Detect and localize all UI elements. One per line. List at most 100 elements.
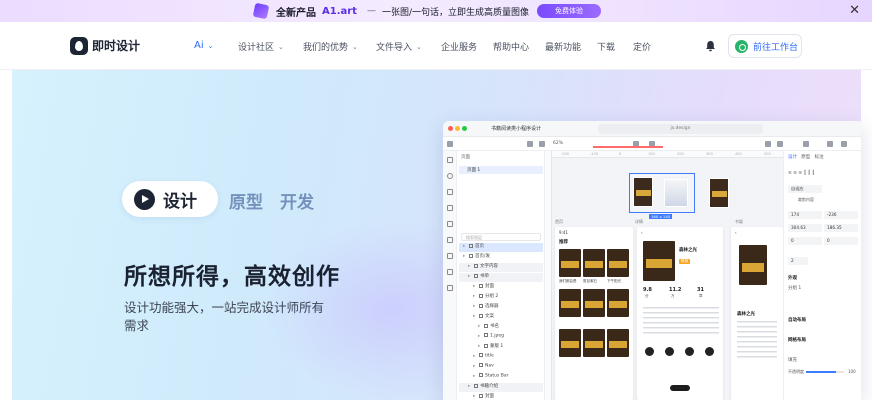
layer-item[interactable]: ▸ 1.jpeg (459, 333, 543, 342)
layer-label: 首页/发 (475, 254, 491, 259)
nav-item-advantages[interactable]: 我们的优势 ⌄ (303, 40, 358, 54)
screen-shelf[interactable]: ‹ 森林之光 (731, 227, 783, 400)
go-to-workspace-button[interactable]: 前往工作台 (728, 34, 802, 58)
screen-home[interactable]: 9:41 推荐 我们都会是 夏目漱石 下午阳光 (555, 227, 633, 400)
height-field[interactable]: 186.35 (824, 224, 858, 232)
radius-field[interactable]: 0 (824, 237, 858, 245)
hero-subtitle: 设计功能强大，一站完成设计师所有需求 (124, 300, 325, 333)
nav-item-label: Ai (194, 40, 204, 51)
layer-label: Nav (485, 363, 494, 369)
top-nav: 即时设计 Ai ⌄ 设计社区 ⌄ 我们的优势 ⌄ 文件导入 ⌄ 企业服务 帮助中心 最新… (0, 22, 872, 70)
nav-item-ai[interactable]: Ai ⌄ (194, 40, 214, 51)
layer-item[interactable]: ▸ Nav (459, 363, 543, 372)
layer-item[interactable]: ▸ 首页/发 (459, 253, 543, 262)
text-icon (447, 237, 453, 243)
book-caption: 我们都会是 (559, 279, 577, 283)
tab-prototype[interactable]: 原型 (801, 155, 810, 160)
window-titlebar: 书籍阅读类小程序设计 js.design (443, 121, 861, 137)
frame-icon (539, 141, 545, 147)
layer-label: Status Bar (485, 373, 509, 379)
promo-banner: 全新产品 A1.art — 一张图/一句话，立即生成高质量图像 免费体验 ✕ (0, 0, 872, 22)
logo-text[interactable]: 即时设计 (92, 37, 140, 54)
fill-section: 填充 (788, 358, 797, 363)
mode-tab-develop[interactable]: 开发 (280, 188, 314, 213)
author-avatar (685, 347, 694, 356)
mode-tab-design[interactable]: 设计 (122, 181, 218, 217)
nav-item-download[interactable]: 下载 (597, 40, 615, 53)
stat-unit: 万 (671, 294, 675, 298)
opacity-slider[interactable] (806, 371, 844, 373)
stat-chapters: 31 (697, 287, 704, 293)
layer-search-input[interactable]: 搜索图层 (461, 233, 541, 241)
rotation-field[interactable]: 0 (788, 237, 822, 245)
clip-content-checkbox[interactable]: 裁剪内容 (798, 197, 814, 203)
x-field[interactable]: 174 (788, 211, 822, 219)
layer-type-icon (479, 363, 483, 367)
active-tool-indicator (593, 146, 663, 148)
layer-label: title (485, 353, 494, 359)
nav-item-file-import[interactable]: 文件导入 ⌄ (376, 40, 422, 54)
layer-item[interactable]: ▸ 书单 (459, 273, 543, 282)
layer-item[interactable]: ▸ 文案 (459, 313, 543, 322)
layer-type-icon (479, 373, 483, 377)
book-cover (583, 289, 605, 317)
stat-unit: 章 (699, 294, 703, 298)
layer-type-icon (469, 253, 473, 258)
nav-item-whats-new[interactable]: 最新功能 (545, 40, 581, 53)
layer-item[interactable]: ▸ 书籍介绍 (459, 383, 543, 392)
promo-separator: — (366, 6, 376, 16)
read-button[interactable] (670, 385, 690, 391)
screen-label: 书架 (735, 219, 743, 224)
layer-item[interactable]: ▸ 蒙版 1 (459, 343, 543, 352)
promo-tagline: 一张图/一句话，立即生成高质量图像 (381, 7, 530, 18)
auto-layout-section[interactable]: 自动布局 (788, 317, 806, 323)
tab-annotation[interactable]: 标注 (815, 155, 824, 160)
nav-item-community[interactable]: 设计社区 ⌄ (238, 40, 284, 54)
opacity-value[interactable]: 100 (848, 369, 856, 374)
ruler-tick: 500 (764, 152, 771, 156)
layer-item[interactable]: ▸ 封面 (459, 283, 543, 292)
layer-search-placeholder: 搜索图层 (466, 235, 482, 240)
y-field[interactable]: -236 (824, 211, 858, 219)
layer-item[interactable]: ▸ 分组 2 (459, 293, 543, 302)
nav-item-pricing[interactable]: 定价 (633, 40, 651, 53)
book-caption: 夏目漱石 (583, 279, 597, 283)
book-title: 森林之光 (679, 248, 697, 253)
layer-type-icon (484, 343, 488, 348)
nav-item-help[interactable]: 帮助中心 (493, 40, 529, 53)
nav-item-enterprise[interactable]: 企业服务 (441, 40, 477, 53)
design-canvas[interactable]: -200 -100 0 100 200 300 400 500 160 x 140 首页 详情… (545, 151, 783, 400)
share-icon (827, 141, 833, 147)
bell-icon[interactable] (705, 40, 716, 52)
align-toolbar[interactable]: ≡ ≡ ≡ ┃ ┃ ┃ (788, 171, 815, 176)
layer-item[interactable]: ▸ Status Bar (459, 373, 543, 382)
layer-type-icon (479, 293, 483, 298)
go-to-workspace-label: 前往工作台 (753, 42, 799, 53)
nav-item-label: 文件导入 (376, 43, 413, 53)
layer-item[interactable]: ▸ title (459, 353, 543, 362)
screen-detail[interactable]: ‹ 森林之光 畅销 9.8 11.2 31 分 万 章 (637, 227, 723, 400)
resize-mode-select[interactable]: 自适应 (788, 185, 822, 193)
layer-label: 封面 (485, 284, 494, 289)
layer-type-icon (484, 323, 488, 328)
layer-item[interactable]: ▸ 选择器 (459, 303, 543, 312)
page-item[interactable]: 页面 1 (459, 166, 543, 174)
book-cover (607, 289, 629, 317)
mode-tab-prototype[interactable]: 原型 (229, 188, 263, 213)
logo-icon[interactable] (70, 37, 88, 55)
layer-item[interactable]: ▸ 文字内容 (459, 263, 543, 272)
tab-design[interactable]: 设计 (788, 155, 797, 160)
width-field[interactable]: 304.63 (788, 224, 822, 232)
layer-item[interactable]: ▸ 封面 (459, 393, 543, 400)
corner-field[interactable]: 2 (788, 257, 808, 265)
nav-item-label: 企业服务 (441, 43, 478, 53)
layer-item[interactable]: ▸ 书名 (459, 323, 543, 332)
bestseller-tag: 畅销 (679, 259, 690, 264)
layer-item[interactable]: ▸ 首页 (459, 243, 543, 252)
grid-layout-section[interactable]: 网格布局 (788, 337, 806, 343)
free-trial-button[interactable]: 免费体验 (537, 4, 602, 18)
book-cover (607, 249, 629, 277)
promo-brand[interactable]: A1.art (322, 6, 357, 17)
close-icon[interactable]: ✕ (849, 3, 860, 19)
layer-type-icon (474, 273, 478, 278)
